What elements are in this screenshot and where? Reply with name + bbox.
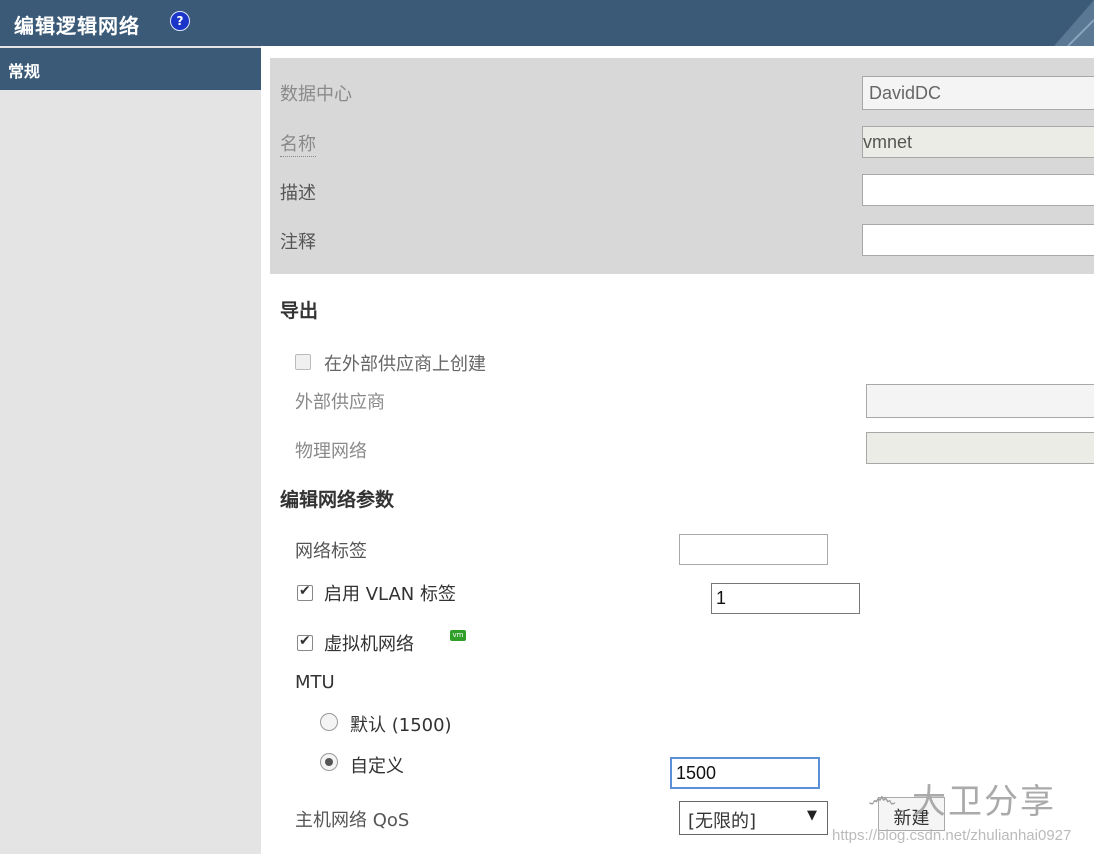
physical-network-label: 物理网络 <box>295 441 367 462</box>
description-label: 描述 <box>280 183 316 204</box>
create-on-external-checkbox[interactable] <box>295 354 311 370</box>
name-field[interactable] <box>862 126 1094 158</box>
name-label: 名称 <box>280 130 316 157</box>
left-nav: 常规 <box>0 46 261 854</box>
help-icon[interactable]: ? <box>170 11 190 31</box>
mtu-default-label: 默认 (1500) <box>350 715 452 736</box>
wechat-logo-icon: ෴ <box>868 780 897 815</box>
mtu-custom-label: 自定义 <box>350 756 404 777</box>
resize-grip-icon <box>1054 0 1094 46</box>
chevron-down-icon: ▼ <box>807 808 817 823</box>
network-label-field[interactable] <box>679 534 828 565</box>
description-field[interactable] <box>862 174 1094 206</box>
external-provider-field[interactable] <box>866 384 1094 418</box>
dialog-title: 编辑逻辑网络 <box>14 14 140 38</box>
datacenter-field[interactable] <box>862 76 1094 110</box>
vm-icon: vm <box>450 630 466 641</box>
comment-field[interactable] <box>862 224 1094 256</box>
watermark-text: 大卫分享 <box>912 782 1056 822</box>
vm-network-checkbox[interactable] <box>297 633 313 651</box>
watermark-url: https://blog.csdn.net/zhulianhai0927 <box>832 827 1072 844</box>
datacenter-label: 数据中心 <box>280 84 352 105</box>
mtu-default-radio[interactable] <box>320 713 338 731</box>
export-section-title: 导出 <box>280 300 319 322</box>
external-provider-label: 外部供应商 <box>295 392 385 413</box>
dialog-title-bar: 编辑逻辑网络 ? <box>0 0 1094 46</box>
vlan-checkbox[interactable] <box>297 583 313 601</box>
comment-label: 注释 <box>280 232 316 253</box>
sidebar-item-general[interactable]: 常规 <box>0 48 261 90</box>
network-label-label: 网络标签 <box>295 541 367 562</box>
create-on-external-label: 在外部供应商上创建 <box>324 354 486 375</box>
host-qos-label: 主机网络 QoS <box>295 810 410 831</box>
network-params-title: 编辑网络参数 <box>280 489 395 511</box>
mtu-label: MTU <box>295 672 335 693</box>
vlan-tag-input[interactable] <box>711 583 860 614</box>
host-qos-selected: [无限的] <box>688 811 757 832</box>
sidebar-item-label: 常规 <box>8 62 41 81</box>
physical-network-field[interactable] <box>866 432 1094 464</box>
mtu-custom-radio[interactable] <box>320 753 338 771</box>
host-qos-select[interactable]: [无限的] ▼ <box>679 801 828 835</box>
vlan-label: 启用 VLAN 标签 <box>324 584 456 605</box>
mtu-custom-input[interactable] <box>670 757 820 789</box>
vm-network-label: 虚拟机网络 <box>324 634 414 655</box>
